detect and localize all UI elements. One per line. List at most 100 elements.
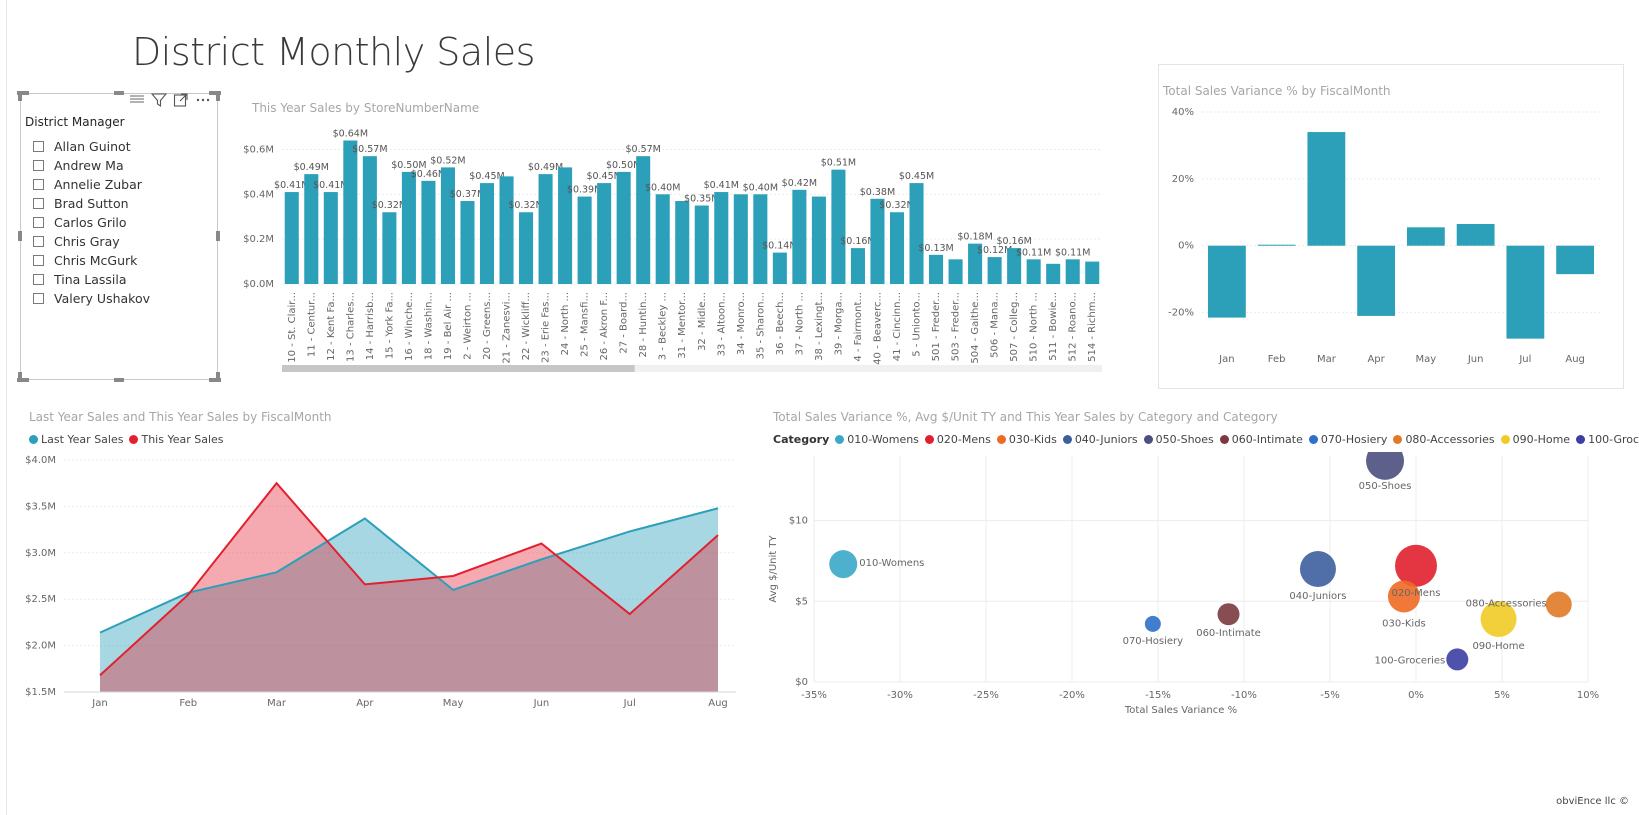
- checkbox[interactable]: [33, 216, 44, 228]
- resize-handle[interactable]: [216, 91, 220, 101]
- bar: [1026, 259, 1041, 284]
- slicer-item[interactable]: Tina Lassila: [33, 270, 127, 288]
- legend-dot: [1143, 435, 1153, 444]
- bubble[interactable]: [1366, 452, 1405, 480]
- bubble[interactable]: [1446, 648, 1469, 671]
- bar: [1456, 223, 1495, 246]
- resize-handle[interactable]: [18, 91, 22, 101]
- bar: [675, 201, 690, 284]
- drag-handle-icon[interactable]: [129, 92, 145, 106]
- data-label: $0.41M: [313, 180, 348, 191]
- x-tick-label: 503 - Freder...: [951, 292, 962, 361]
- data-label: $0.16M: [840, 236, 875, 247]
- data-label: $0.57M: [625, 144, 660, 155]
- y-axis-title: Avg $/Unit TY: [768, 535, 779, 603]
- bubble[interactable]: [829, 550, 858, 579]
- x-tick-label: Jun: [1467, 354, 1484, 365]
- checkbox[interactable]: [33, 292, 44, 304]
- x-tick-label: 3 - Beckley ...: [658, 292, 669, 360]
- slicer-item[interactable]: Annelie Zubar: [33, 175, 142, 193]
- more-options-icon[interactable]: [195, 92, 211, 108]
- focus-mode-icon[interactable]: [173, 92, 189, 108]
- slicer-item[interactable]: Andrew Ma: [33, 156, 124, 174]
- checkbox[interactable]: [33, 254, 44, 266]
- x-tick-label: May: [443, 698, 464, 709]
- legend-label: 090-Home: [1512, 433, 1571, 446]
- checkbox[interactable]: [33, 235, 44, 247]
- resize-handle[interactable]: [114, 91, 124, 95]
- x-tick-label: 19 - Bel Air ...: [443, 292, 454, 360]
- legend-dot: [29, 435, 38, 444]
- bar: [616, 171, 631, 284]
- scrollbar-thumb[interactable]: [282, 365, 635, 372]
- data-label: $0.64M: [333, 128, 368, 139]
- data-label: $0.51M: [821, 158, 856, 169]
- x-tick-label: -30%: [887, 690, 913, 701]
- slicer-item-label: Tina Lassila: [54, 271, 127, 287]
- legend-item[interactable]: 010-Womens: [835, 433, 919, 446]
- x-tick-label: 511 - Bowie...: [1048, 292, 1059, 361]
- x-tick-label: 24 - North ...: [560, 292, 571, 355]
- legend-item[interactable]: 080-Accessories: [1393, 433, 1495, 446]
- x-tick-label: 38 - Lexingt...: [814, 292, 825, 361]
- checkbox[interactable]: [33, 197, 44, 209]
- data-label: $0.40M: [743, 182, 778, 193]
- slicer-item[interactable]: Carlos Grilo: [33, 213, 127, 231]
- bubble-label: 100-Groceries: [1375, 655, 1446, 666]
- bar: [382, 212, 397, 284]
- legend-item[interactable]: 070-Hosiery: [1308, 433, 1387, 446]
- x-tick-label: May: [1416, 354, 1437, 365]
- slicer-item[interactable]: Allan Guinot: [33, 137, 131, 155]
- resize-handle[interactable]: [18, 231, 22, 241]
- bubble[interactable]: [1545, 591, 1572, 618]
- category-bubble-chart: -35% -30% -25% -20% -15% -10% -5% 0% 5% 10% $0 $5 $1…: [768, 452, 1599, 716]
- slicer-item[interactable]: Chris Gray: [33, 232, 120, 250]
- filter-icon[interactable]: [151, 92, 167, 108]
- legend-label: 030-Kids: [1008, 433, 1057, 446]
- legend-item[interactable]: 050-Shoes: [1143, 433, 1214, 446]
- bar: [655, 194, 670, 284]
- legend-item[interactable]: 020-Mens: [924, 433, 991, 446]
- legend-item-last-year[interactable]: Last Year Sales: [29, 433, 123, 446]
- checkbox[interactable]: [33, 140, 44, 152]
- data-label: $0.40M: [645, 182, 680, 193]
- slicer-item-label: Brad Sutton: [54, 195, 129, 211]
- resize-handle[interactable]: [209, 378, 221, 382]
- checkbox[interactable]: [33, 273, 44, 285]
- bubble[interactable]: [1299, 551, 1336, 587]
- data-label: $0.45M: [899, 171, 934, 182]
- x-tick-label: -10%: [1231, 690, 1257, 701]
- bar: [284, 192, 299, 284]
- data-label: $0.41M: [274, 180, 309, 191]
- checkbox[interactable]: [33, 159, 44, 171]
- resize-handle[interactable]: [114, 378, 124, 382]
- y-tick-label: 0%: [1178, 241, 1194, 252]
- bubble[interactable]: [1217, 603, 1240, 626]
- bubble[interactable]: [1395, 544, 1437, 587]
- checkbox[interactable]: [33, 178, 44, 190]
- x-tick-label: Jul: [623, 698, 636, 709]
- bar: [889, 212, 905, 284]
- legend-item[interactable]: 060-Intimate: [1219, 433, 1303, 446]
- bubble[interactable]: [1144, 615, 1161, 632]
- bar: [772, 252, 787, 284]
- legend-item[interactable]: 100-Groceries: [1576, 433, 1639, 446]
- resize-handle[interactable]: [17, 378, 29, 382]
- y-tick-label: $2.0M: [25, 641, 56, 652]
- bar: [1406, 227, 1445, 246]
- legend-item[interactable]: 030-Kids: [996, 433, 1057, 446]
- slicer-item-label: Carlos Grilo: [54, 214, 127, 230]
- legend-item[interactable]: 090-Home: [1500, 433, 1571, 446]
- legend-item-this-year[interactable]: This Year Sales: [129, 433, 224, 446]
- variance-bar-chart: -20% 0% 20% 40% Jan Feb Mar Apr May Jun Jul Aug: [1168, 107, 1600, 365]
- slicer-title: District Manager: [25, 115, 125, 129]
- district-manager-slicer[interactable]: District Manager Allan Guinot Andrew Ma An…: [17, 91, 221, 382]
- x-tick-label: 39 - Morga...: [833, 292, 844, 355]
- data-label: $0.46M: [411, 169, 446, 180]
- y-tick-label: -20%: [1168, 308, 1194, 319]
- legend-item[interactable]: 040-Juniors: [1062, 433, 1138, 446]
- resize-handle[interactable]: [216, 231, 220, 241]
- slicer-item[interactable]: Brad Sutton: [33, 194, 129, 212]
- slicer-item[interactable]: Chris McGurk: [33, 251, 137, 269]
- slicer-item[interactable]: Valery Ushakov: [33, 289, 150, 307]
